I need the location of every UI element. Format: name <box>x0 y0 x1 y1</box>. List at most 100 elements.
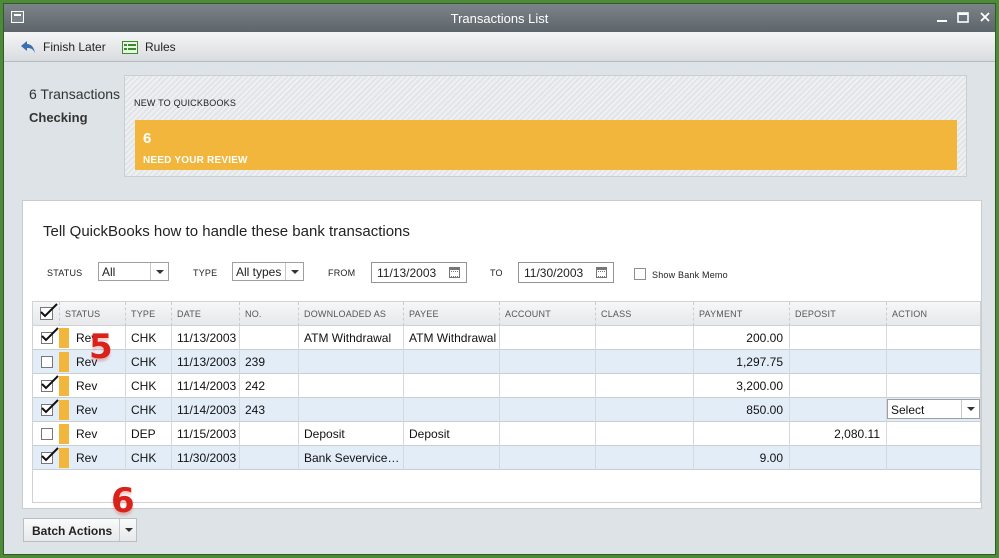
table-row[interactable]: Rev CHK 11/14/2003 243 850.00 Select <box>33 398 980 422</box>
cell-deposit[interactable] <box>789 446 886 470</box>
cell-date[interactable]: 11/14/2003 <box>171 398 239 422</box>
cell-account[interactable] <box>499 374 595 398</box>
minimize-icon[interactable] <box>934 10 950 25</box>
cell-payment[interactable]: 9.00 <box>693 446 789 470</box>
cell-no[interactable]: 242 <box>239 374 298 398</box>
col-status[interactable]: STATUS <box>59 302 125 326</box>
cell-no[interactable] <box>239 422 298 446</box>
finish-later-button[interactable]: Finish Later <box>20 38 106 56</box>
col-payee[interactable]: PAYEE <box>403 302 499 326</box>
cell-deposit[interactable]: 2,080.11 <box>789 422 886 446</box>
table-row[interactable]: Rev CHK 11/30/2003 Bank Severvice… 9.00 <box>33 446 980 470</box>
maximize-icon[interactable] <box>955 10 971 25</box>
cell-no[interactable] <box>239 326 298 350</box>
cell-account[interactable] <box>499 350 595 374</box>
cell-payment[interactable]: 200.00 <box>693 326 789 350</box>
col-downloaded-as[interactable]: DOWNLOADED AS <box>298 302 403 326</box>
cell-type[interactable]: CHK <box>125 350 171 374</box>
action-dropdown[interactable]: Select <box>887 399 980 419</box>
cell-downloaded-as[interactable]: ATM Withdrawal <box>298 326 403 350</box>
from-date-field[interactable]: 11/13/2003 <box>371 262 467 283</box>
cell-account[interactable] <box>499 398 595 422</box>
cell-downloaded-as[interactable] <box>298 350 403 374</box>
cell-action[interactable] <box>886 446 980 470</box>
cell-no[interactable]: 243 <box>239 398 298 422</box>
cell-downloaded-as[interactable]: Bank Severvice… <box>298 446 403 470</box>
type-dropdown[interactable]: All types <box>232 262 304 281</box>
cell-type[interactable]: DEP <box>125 422 171 446</box>
cell-payee[interactable] <box>403 398 499 422</box>
cell-action[interactable] <box>886 326 980 350</box>
cell-deposit[interactable] <box>789 350 886 374</box>
cell-payee[interactable]: ATM Withdrawal <box>403 326 499 350</box>
cell-account[interactable] <box>499 326 595 350</box>
cell-payee[interactable] <box>403 446 499 470</box>
cell-downloaded-as[interactable] <box>298 398 403 422</box>
cell-payment[interactable] <box>693 422 789 446</box>
cell-account[interactable] <box>499 446 595 470</box>
col-date[interactable]: DATE <box>171 302 239 326</box>
cell-class[interactable] <box>595 446 693 470</box>
to-date-field[interactable]: 11/30/2003 <box>518 262 614 283</box>
cell-deposit[interactable] <box>789 398 886 422</box>
cell-no[interactable] <box>239 446 298 470</box>
col-action[interactable]: ACTION <box>886 302 980 326</box>
cell-type[interactable]: CHK <box>125 374 171 398</box>
show-bank-memo-checkbox[interactable] <box>634 268 646 280</box>
cell-class[interactable] <box>595 422 693 446</box>
cell-deposit[interactable] <box>789 326 886 350</box>
close-icon[interactable] <box>977 10 993 25</box>
cell-deposit[interactable] <box>789 374 886 398</box>
cell-class[interactable] <box>595 374 693 398</box>
cell-type[interactable]: CHK <box>125 446 171 470</box>
cell-date[interactable]: 11/14/2003 <box>171 374 239 398</box>
row-checkbox[interactable] <box>41 327 59 344</box>
need-review-tile[interactable]: 6 NEED YOUR REVIEW <box>135 120 957 170</box>
cell-date[interactable]: 11/30/2003 <box>171 446 239 470</box>
col-type[interactable]: TYPE <box>125 302 171 326</box>
cell-payment[interactable]: 3,200.00 <box>693 374 789 398</box>
cell-downloaded-as[interactable] <box>298 374 403 398</box>
cell-downloaded-as[interactable]: Deposit <box>298 422 403 446</box>
calendar-icon[interactable] <box>596 267 607 278</box>
cell-class[interactable] <box>595 398 693 422</box>
cell-date[interactable]: 11/13/2003 <box>171 350 239 374</box>
cell-action[interactable] <box>886 350 980 374</box>
col-class[interactable]: CLASS <box>595 302 693 326</box>
cell-action[interactable] <box>886 374 980 398</box>
table-row[interactable]: Rev CHK 11/14/2003 242 3,200.00 <box>33 374 980 398</box>
cell-class[interactable] <box>595 350 693 374</box>
row-checkbox[interactable] <box>41 375 59 392</box>
batch-actions-button[interactable]: Batch Actions <box>23 518 137 542</box>
cell-class[interactable] <box>595 326 693 350</box>
cell-type[interactable]: CHK <box>125 326 171 350</box>
col-account[interactable]: ACCOUNT <box>499 302 595 326</box>
cell-payee[interactable]: Deposit <box>403 422 499 446</box>
cell-account[interactable] <box>499 422 595 446</box>
cell-type[interactable]: CHK <box>125 398 171 422</box>
rules-button[interactable]: Rules <box>122 38 176 56</box>
cell-payee[interactable] <box>403 374 499 398</box>
row-checkbox[interactable] <box>41 356 53 368</box>
cell-action[interactable] <box>886 422 980 446</box>
cell-date[interactable]: 11/13/2003 <box>171 326 239 350</box>
col-no[interactable]: NO. <box>239 302 298 326</box>
chevron-down-icon[interactable] <box>119 519 137 541</box>
cell-payment[interactable]: 1,297.75 <box>693 350 789 374</box>
select-all-checkbox[interactable] <box>40 303 58 320</box>
cell-action[interactable]: Select <box>886 398 980 422</box>
col-payment[interactable]: PAYMENT <box>693 302 789 326</box>
table-row[interactable]: Rev DEP 11/15/2003 Deposit Deposit 2,080.11 <box>33 422 980 446</box>
row-checkbox[interactable] <box>41 428 53 440</box>
col-deposit[interactable]: DEPOSIT <box>789 302 886 326</box>
table-row[interactable]: Rev CHK 11/13/2003 ATM Withdrawal ATM Withdr… <box>33 326 980 350</box>
cell-payee[interactable] <box>403 350 499 374</box>
calendar-icon[interactable] <box>449 267 460 278</box>
cell-date[interactable]: 11/15/2003 <box>171 422 239 446</box>
cell-payment[interactable]: 850.00 <box>693 398 789 422</box>
status-dropdown[interactable]: All <box>98 262 169 281</box>
row-checkbox[interactable] <box>41 447 59 464</box>
table-row[interactable]: Rev CHK 11/13/2003 239 1,297.75 <box>33 350 980 374</box>
cell-no[interactable]: 239 <box>239 350 298 374</box>
row-checkbox[interactable] <box>41 399 59 416</box>
